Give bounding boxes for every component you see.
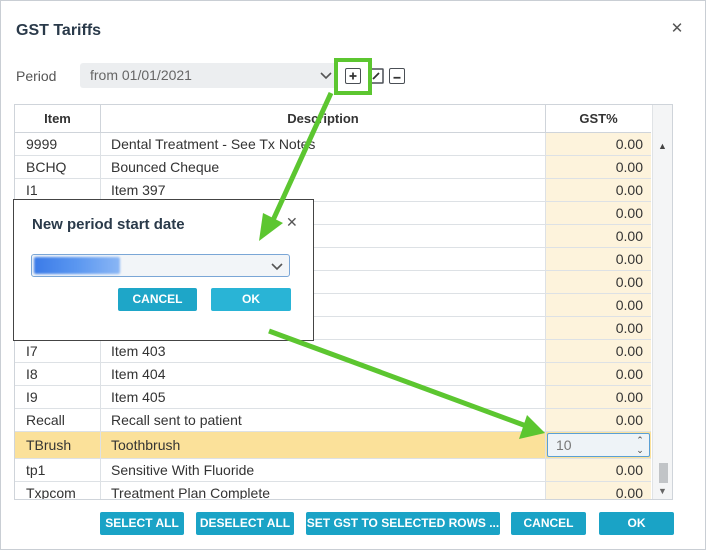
chevron-down-icon [320, 72, 332, 80]
popup-ok-button[interactable]: OK [211, 288, 291, 311]
row-gst-value: 0.00 [546, 363, 651, 385]
deselect-all-button[interactable]: DESELECT ALL [196, 512, 294, 535]
table-row[interactable]: tp1 Sensitive With Fluoride 0.00 [15, 459, 651, 482]
popup-cancel-button[interactable]: CANCEL [118, 288, 197, 311]
period-select[interactable]: from 01/01/2021 [80, 63, 338, 88]
new-period-popup: New period start date ✕ CANCEL OK [13, 199, 314, 341]
row-gst-value: 0.00 [546, 133, 651, 155]
select-all-button[interactable]: SELECT ALL [100, 512, 184, 535]
row-gst-value: 0.00 [546, 225, 651, 247]
table-row[interactable]: Recall Recall sent to patient 0.00 [15, 409, 651, 432]
row-item-code: tp1 [15, 459, 101, 481]
row-gst-value: 0.00 [546, 271, 651, 293]
row-item-code: 9999 [15, 133, 101, 155]
gst-input-value: 10 [556, 437, 572, 453]
dialog-title: GST Tariffs [16, 22, 102, 39]
row-item-code: BCHQ [15, 156, 101, 178]
vertical-scrollbar[interactable]: ▲ ▼ [652, 105, 672, 499]
row-item-code: Recall [15, 409, 101, 431]
table-row[interactable]: BCHQ Bounced Cheque 0.00 [15, 156, 651, 179]
row-gst-value: 0.00 [546, 202, 651, 224]
redacted-date-value [34, 257, 120, 274]
row-gst-value: 0.00 [546, 482, 651, 499]
table-row[interactable]: Txpcom Treatment Plan Complete 0.00 [15, 482, 651, 499]
row-gst-value: 0.00 [546, 248, 651, 270]
period-label: Period [16, 68, 57, 84]
add-button-highlight [334, 58, 372, 95]
row-description: Item 397 [101, 179, 546, 201]
row-description: Sensitive With Fluoride [101, 459, 546, 481]
scroll-up-icon[interactable]: ▲ [658, 141, 667, 151]
row-description: Item 403 [101, 340, 546, 362]
table-row[interactable]: TBrush Toothbrush 10 ⌃ ⌄ [15, 432, 651, 459]
scroll-thumb[interactable] [659, 463, 668, 483]
minus-icon[interactable] [389, 68, 405, 84]
ok-button[interactable]: OK [599, 512, 674, 535]
table-row[interactable]: I8 Item 404 0.00 [15, 363, 651, 386]
row-gst-value: 0.00 [546, 409, 651, 431]
row-gst-value: 0.00 [546, 317, 651, 339]
row-description: Toothbrush [101, 432, 546, 458]
scroll-down-icon[interactable]: ▼ [658, 486, 667, 496]
chevron-down-icon [271, 263, 283, 271]
row-item-code: I1 [15, 179, 101, 201]
row-gst-value: 0.00 [546, 179, 651, 201]
spin-icon[interactable]: ⌃ ⌄ [635, 435, 645, 455]
row-item-code: TBrush [15, 432, 101, 458]
row-item-code: I7 [15, 340, 101, 362]
row-item-code: I9 [15, 386, 101, 408]
gst-percent-input[interactable]: 10 ⌃ ⌄ [547, 433, 650, 457]
row-item-code: I8 [15, 363, 101, 385]
row-item-code: Txpcom [15, 482, 101, 499]
table-row[interactable]: I7 Item 403 0.00 [15, 340, 651, 363]
row-gst-value: 0.00 [546, 386, 651, 408]
row-gst-value: 0.00 [546, 156, 651, 178]
set-gst-button[interactable]: SET GST TO SELECTED ROWS ... [306, 512, 500, 535]
cancel-button[interactable]: CANCEL [511, 512, 586, 535]
row-description: Item 405 [101, 386, 546, 408]
row-description: Recall sent to patient [101, 409, 546, 431]
table-row[interactable]: 9999 Dental Treatment - See Tx Notes 0.00 [15, 133, 651, 156]
header-description[interactable]: Description [101, 105, 546, 133]
popup-title: New period start date [32, 216, 185, 233]
start-date-select[interactable] [31, 254, 290, 277]
close-icon[interactable]: ✕ [286, 214, 298, 231]
table-row[interactable]: I9 Item 405 0.00 [15, 386, 651, 409]
row-description: Treatment Plan Complete [101, 482, 546, 499]
grid-header: Item Description GST% [15, 105, 651, 133]
gst-tariffs-dialog: GST Tariffs ✕ Period from 01/01/2021 Ite… [0, 0, 706, 550]
header-item[interactable]: Item [15, 105, 101, 133]
row-gst-value: 0.00 [546, 459, 651, 481]
row-gst-value: 0.00 [546, 294, 651, 316]
row-description: Bounced Cheque [101, 156, 546, 178]
row-gst-value: 0.00 [546, 340, 651, 362]
period-selected-value: from 01/01/2021 [90, 67, 192, 83]
row-description: Item 404 [101, 363, 546, 385]
header-gst[interactable]: GST% [546, 105, 651, 133]
close-icon[interactable]: ✕ [669, 21, 685, 37]
row-description: Dental Treatment - See Tx Notes [101, 133, 546, 155]
